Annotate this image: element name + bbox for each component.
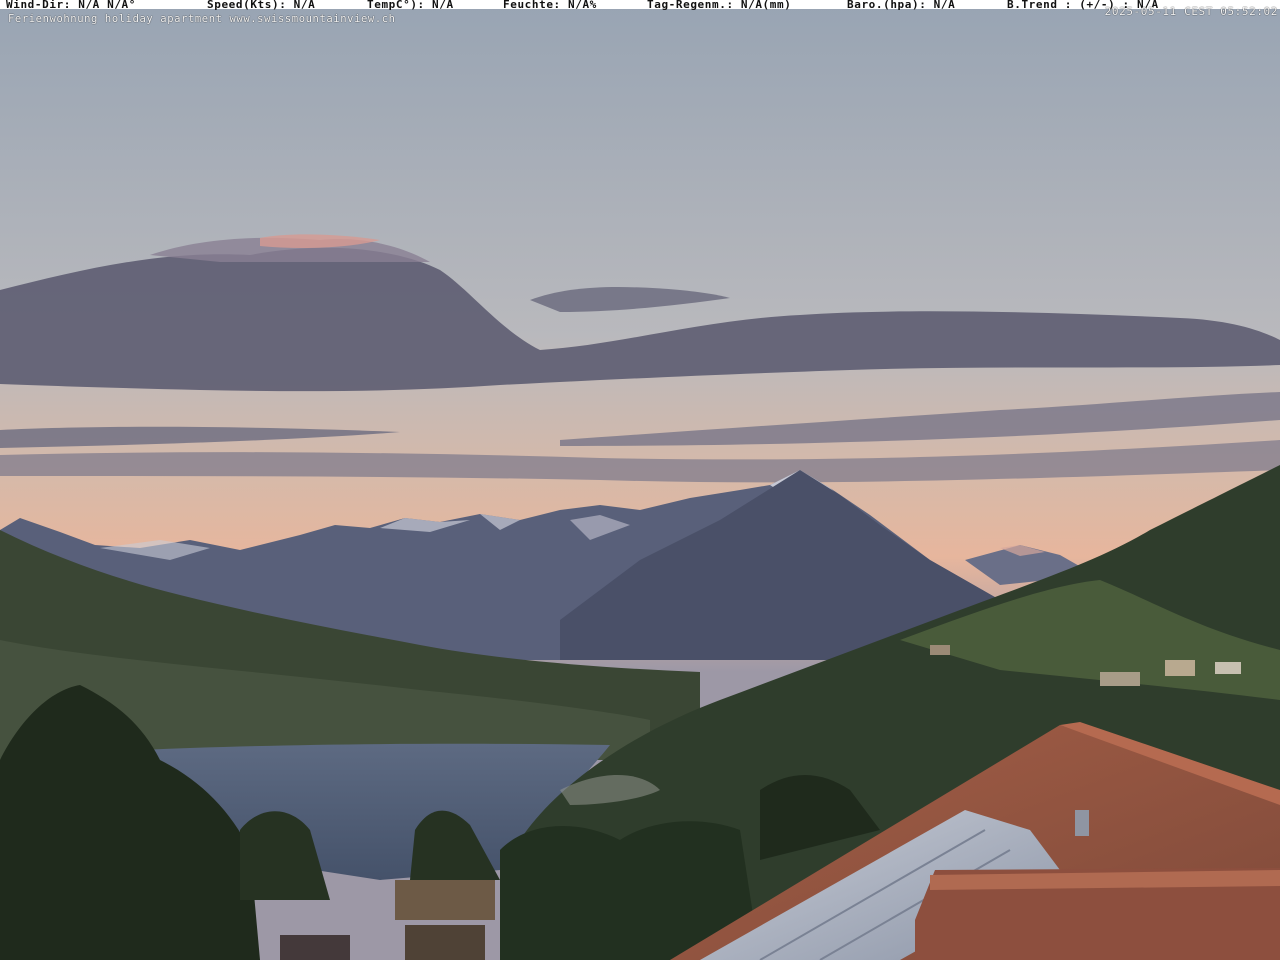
landscape-image <box>0 0 1280 960</box>
timestamp: 2025-05-11 CEST 05:52:02 <box>1104 5 1278 18</box>
barometer-readout: Baro.(hpa): N/A <box>847 0 956 11</box>
temperature-readout: TempC°): N/A <box>367 0 454 11</box>
speed-readout: Speed(Kts): N/A <box>207 0 316 11</box>
webcam-scene: Wind-Dir: N/A N/A° Speed(Kts): N/A TempC… <box>0 0 1280 960</box>
weather-bar: Wind-Dir: N/A N/A° Speed(Kts): N/A TempC… <box>0 0 1280 11</box>
humidity-readout: Feuchte: N/A% <box>503 0 597 11</box>
rain-readout: Tag-Regenm.: N/A(mm) <box>647 0 792 11</box>
caption: Ferienwohnung holiday apartment www.swis… <box>8 13 396 25</box>
wind-dir-readout: Wind-Dir: N/A N/A° <box>6 0 137 11</box>
